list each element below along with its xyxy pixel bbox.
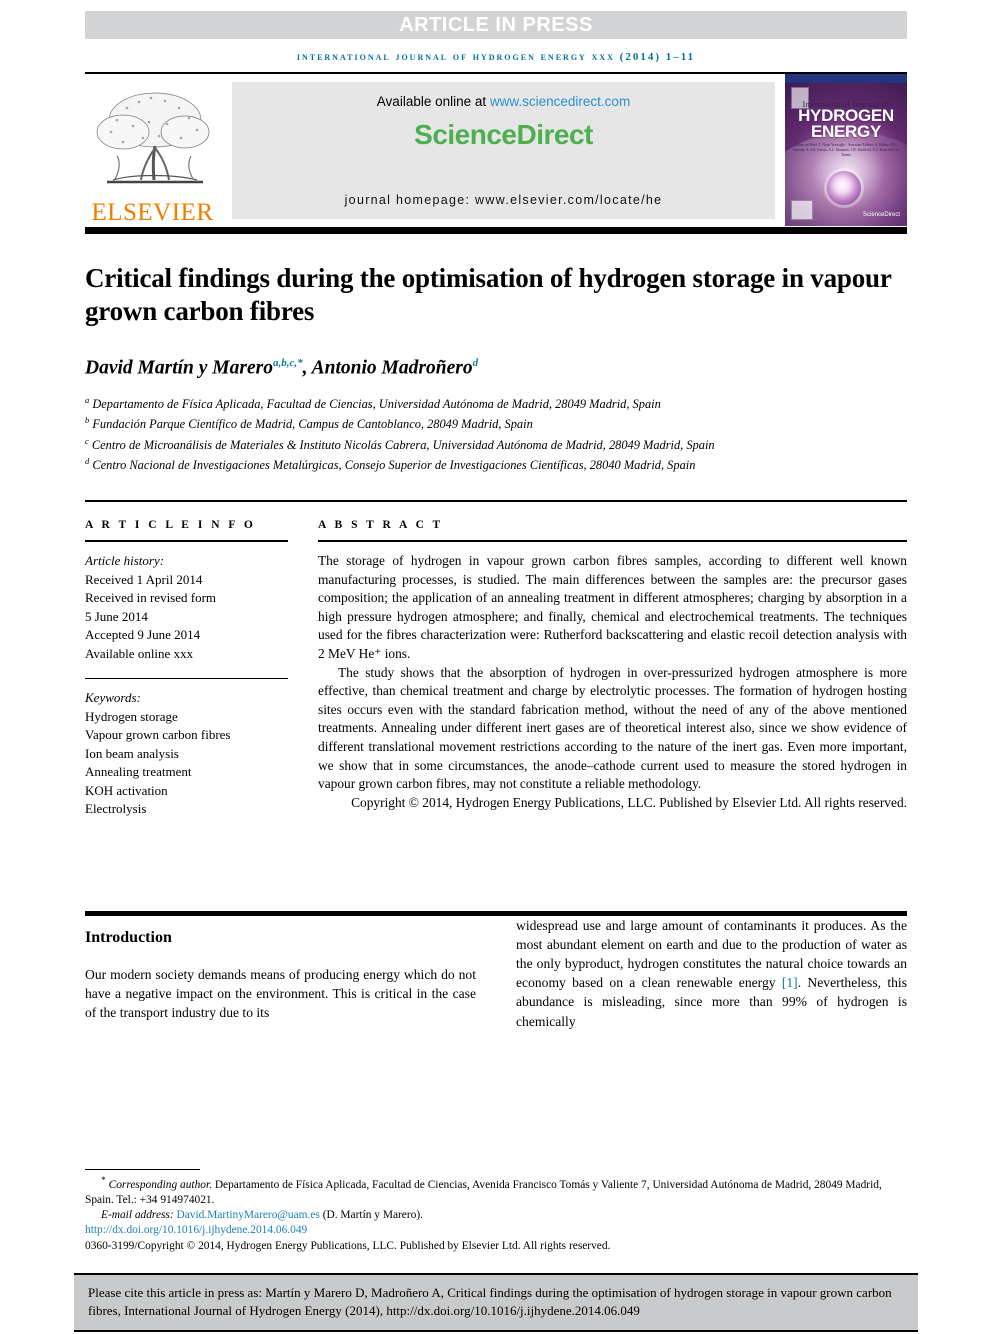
- affiliation-text: Departamento de Física Aplicada, Faculta…: [92, 396, 661, 411]
- article-info-underline: [85, 540, 288, 542]
- body-paragraph-left: Our modern society demands means of prod…: [85, 966, 476, 1020]
- article-history-item: Received 1 April 2014: [85, 571, 203, 587]
- elsevier-logo-block: ELSEVIER: [85, 74, 220, 227]
- keyword-item: Hydrogen storage: [85, 708, 178, 724]
- journal-cover-image: International Journal of HYDROGEN ENERGY…: [785, 74, 907, 226]
- journal-masthead: ELSEVIER Available online at www.science…: [85, 74, 907, 227]
- abstract-paragraph: The study shows that the absorption of h…: [318, 664, 907, 792]
- keywords-label: Keywords:: [85, 690, 141, 705]
- body-right-column: widespread use and large amount of conta…: [516, 916, 907, 1031]
- available-online-text: Available online at www.sciencedirect.co…: [377, 94, 630, 109]
- cover-sciencedirect-label: ScienceDirect: [862, 212, 900, 218]
- elsevier-tree-icon: [96, 92, 209, 184]
- article-history-item: Received in revised form: [85, 590, 217, 605]
- affiliation-mark: a: [85, 394, 90, 405]
- author-name-1: David Martín y Marero: [85, 357, 273, 379]
- info-abstract-section: A R T I C L E I N F O Article history: R…: [85, 500, 907, 819]
- elsevier-wordmark: ELSEVIER: [91, 199, 214, 226]
- affiliation-item: d Centro Nacional de Investigaciones Met…: [85, 453, 907, 474]
- cover-ring-graphic: [827, 171, 861, 205]
- article-info-column: A R T I C L E I N F O Article history: R…: [85, 519, 318, 819]
- affiliation-mark: d: [85, 456, 90, 467]
- affiliation-item: c Centro de Microanálisis de Materiales …: [85, 433, 907, 454]
- article-in-press-label: ARTICLE IN PRESS: [399, 13, 593, 36]
- masthead-bottom-rule: [85, 227, 907, 234]
- keyword-item: KOH activation: [85, 782, 168, 798]
- email-note: E-mail address: David.MartinyMarero@uam.…: [85, 1208, 907, 1223]
- keywords-block: Keywords: Hydrogen storage Vapour grown …: [85, 689, 288, 819]
- footnote-rule: [85, 1169, 200, 1170]
- article-in-press-banner: ARTICLE IN PRESS: [85, 11, 907, 39]
- abstract-column: A B S T R A C T The storage of hydrogen …: [318, 519, 907, 819]
- issn-copyright-line: 0360-3199/Copyright © 2014, Hydrogen Ene…: [85, 1239, 611, 1252]
- affiliation-list: a Departamento de Física Aplicada, Facul…: [85, 392, 907, 475]
- author-marks-2: d: [472, 357, 479, 369]
- article-page: ARTICLE IN PRESS International Journal o…: [0, 11, 992, 1334]
- article-history-block: Article history: Received 1 April 2014 R…: [85, 552, 288, 663]
- cover-bottom-mark-icon: [791, 200, 813, 220]
- article-history-item: 5 June 2014: [85, 608, 148, 624]
- cover-big-title: HYDROGEN ENERGY: [785, 107, 907, 141]
- affiliation-mark: c: [85, 435, 89, 446]
- citation-reference-1[interactable]: [1]: [782, 975, 798, 990]
- corresponding-author-note: * Corresponding author. Departamento de …: [85, 1174, 907, 1208]
- article-info-label: A R T I C L E I N F O: [85, 519, 256, 531]
- cover-top-bar: [785, 74, 907, 83]
- email-address-label: E-mail address:: [101, 1209, 177, 1222]
- affiliation-mark: b: [85, 415, 90, 426]
- section-heading-introduction: Introduction: [85, 928, 172, 946]
- footnote-block: * Corresponding author. Departamento de …: [85, 1169, 907, 1254]
- page-title: Critical findings during the optimisatio…: [85, 263, 892, 326]
- affiliation-item: b Fundación Parque Científico de Madrid,…: [85, 412, 907, 433]
- abstract-copyright: Copyright © 2014, Hydrogen Energy Public…: [351, 794, 907, 810]
- keyword-item: Vapour grown carbon fibres: [85, 727, 231, 742]
- body-left-column: Introduction Our modern society demands …: [85, 916, 476, 1031]
- sciencedirect-block: Available online at www.sciencedirect.co…: [232, 82, 775, 219]
- affiliation-text: Centro Nacional de Investigaciones Metal…: [92, 458, 696, 473]
- author-list: David Martín y Mareroa,b,c,*, Antonio Ma…: [85, 357, 907, 380]
- cover-big-title-line2: ENERGY: [811, 122, 881, 141]
- sciencedirect-logo[interactable]: ScienceDirect: [414, 119, 593, 151]
- abstract-paragraph: The storage of hydrogen in vapour grown …: [318, 553, 907, 661]
- keyword-item: Annealing treatment: [85, 764, 192, 779]
- author-separator: ,: [302, 357, 312, 379]
- sciencedirect-url-link[interactable]: www.sciencedirect.com: [490, 94, 630, 109]
- footnote-text: * Corresponding author. Departamento de …: [85, 1174, 907, 1254]
- available-online-prefix: Available online at: [376, 94, 490, 109]
- article-history-item: Accepted 9 June 2014: [85, 627, 201, 642]
- please-cite-box: Please cite this article in press as: Ma…: [74, 1273, 918, 1332]
- article-history-item: Available online xxx: [85, 645, 194, 661]
- keyword-item: Ion beam analysis: [85, 745, 179, 761]
- abstract-body: The storage of hydrogen in vapour grown …: [318, 552, 907, 812]
- corresponding-marker: *: [101, 1176, 106, 1186]
- journal-cover-block: International Journal of HYDROGEN ENERGY…: [785, 74, 907, 227]
- abstract-label: A B S T R A C T: [318, 519, 444, 531]
- body-columns: Introduction Our modern society demands …: [85, 916, 907, 1031]
- affiliation-text: Fundación Parque Científico de Madrid, C…: [92, 417, 533, 432]
- please-cite-text: Please cite this article in press as: Ma…: [88, 1285, 892, 1318]
- journal-running-head: International Journal of Hydrogen Energy…: [296, 51, 696, 63]
- email-owner: (D. Martín y Marero).: [319, 1209, 423, 1222]
- keyword-item: Electrolysis: [85, 801, 147, 816]
- journal-homepage-text[interactable]: journal homepage: www.elsevier.com/locat…: [232, 193, 775, 207]
- email-address-link[interactable]: David.MartinyMarero@uam.es: [177, 1209, 320, 1221]
- cover-editors-text: Editor-in-Chief: T. Nejat Veziroğlu · As…: [792, 143, 900, 157]
- corresponding-author-label: Corresponding author.: [108, 1178, 212, 1191]
- author-name-2: Antonio Madroñero: [311, 357, 473, 379]
- abstract-underline: [318, 540, 907, 542]
- author-marks-1: a,b,c,*: [272, 357, 303, 369]
- body-paragraph-right: widespread use and large amount of conta…: [516, 916, 907, 1031]
- cover-artwork: International Journal of HYDROGEN ENERGY…: [785, 83, 907, 226]
- doi-link[interactable]: http://dx.doi.org/10.1016/j.ijhydene.201…: [85, 1223, 907, 1238]
- keywords-divider: [85, 678, 288, 679]
- affiliation-item: a Departamento de Física Aplicada, Facul…: [85, 392, 907, 413]
- article-history-label: Article history:: [85, 553, 165, 568]
- info-section-top-rule: [85, 500, 907, 502]
- affiliation-text: Centro de Microanálisis de Materiales & …: [91, 437, 715, 452]
